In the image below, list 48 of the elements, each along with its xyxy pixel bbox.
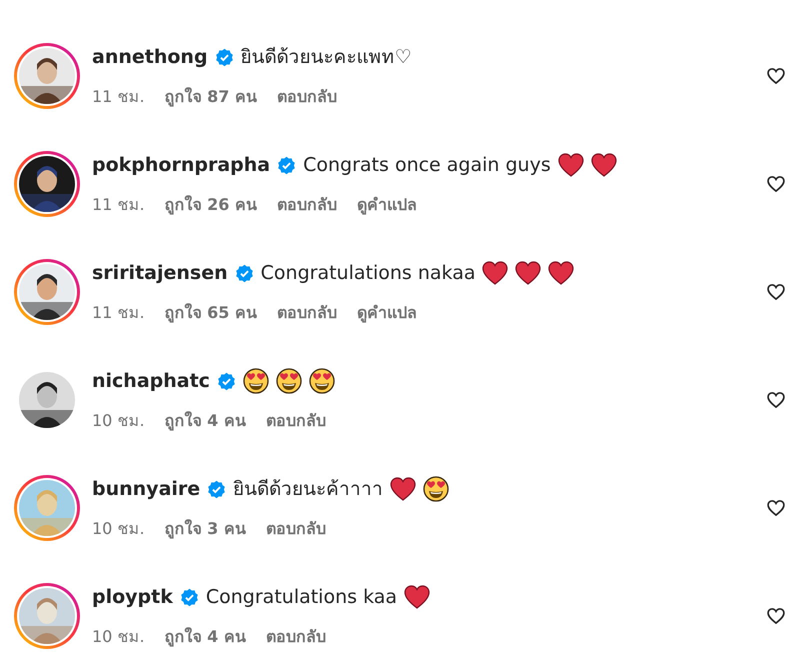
username[interactable]: pokphornprapha	[92, 150, 270, 180]
heart-eyes-emoji-icon	[308, 368, 335, 394]
reply-link[interactable]: ตอบกลับ	[276, 193, 337, 218]
like-count[interactable]: ถูกใจ 4 คน	[164, 409, 246, 434]
heart-emoji-icon	[548, 261, 574, 285]
comment-time: 10 ชม.	[92, 626, 145, 648]
like-count[interactable]: ถูกใจ 87 คน	[164, 85, 257, 110]
like-count[interactable]: ถูกใจ 65 คน	[164, 301, 257, 326]
username[interactable]: annethong	[92, 42, 208, 72]
heart-emoji-icon	[558, 153, 584, 177]
comment-text: ยินดีด้วยนะค้าาาา	[233, 476, 384, 502]
like-heart-icon[interactable]	[766, 174, 786, 194]
like-heart-icon[interactable]	[766, 66, 786, 86]
heart-emoji-icon	[404, 585, 430, 609]
like-heart-icon[interactable]	[766, 282, 786, 302]
comment-text: ยินดีด้วยนะคะแพท♡	[240, 44, 412, 70]
comment-text: Congratulations kaa	[206, 584, 398, 610]
translate-link[interactable]: ดูคำแปล	[356, 193, 417, 218]
comment-time: 10 ชม.	[92, 518, 145, 540]
username[interactable]: bunnyaire	[92, 474, 200, 504]
heart-eyes-emoji-icon	[276, 368, 302, 394]
like-count[interactable]: ถูกใจ 4 คน	[164, 625, 246, 650]
like-count[interactable]: ถูกใจ 3 คน	[164, 517, 246, 542]
comment-text: Congrats once again guys	[303, 152, 551, 178]
heart-emoji-icon	[390, 477, 416, 501]
translate-link[interactable]: ดูคำแปล	[356, 301, 417, 326]
comment-time: 11 ชม.	[92, 194, 145, 216]
comment-time: 10 ชม.	[92, 410, 145, 432]
username[interactable]: sriritajensen	[92, 258, 228, 288]
heart-emoji-icon	[482, 261, 508, 285]
like-heart-icon[interactable]	[766, 390, 786, 410]
reply-link[interactable]: ตอบกลับ	[266, 625, 326, 650]
reply-link[interactable]: ตอบกลับ	[266, 409, 326, 434]
comment-text: Congratulations nakaa	[260, 260, 476, 286]
heart-eyes-emoji-icon	[242, 368, 269, 394]
comment-time: 11 ชม.	[92, 302, 145, 324]
heart-emoji-icon	[590, 153, 617, 177]
username[interactable]: ployptk	[92, 582, 173, 612]
username[interactable]: nichaphatc	[92, 366, 210, 396]
reply-link[interactable]: ตอบกลับ	[266, 517, 326, 542]
like-heart-icon[interactable]	[766, 606, 786, 626]
like-heart-icon[interactable]	[766, 498, 786, 518]
like-count[interactable]: ถูกใจ 26 คน	[164, 193, 257, 218]
heart-eyes-emoji-icon	[423, 476, 450, 502]
comment-time: 11 ชม.	[92, 86, 145, 108]
reply-link[interactable]: ตอบกลับ	[276, 85, 337, 110]
reply-link[interactable]: ตอบกลับ	[276, 301, 337, 326]
heart-emoji-icon	[515, 261, 542, 285]
